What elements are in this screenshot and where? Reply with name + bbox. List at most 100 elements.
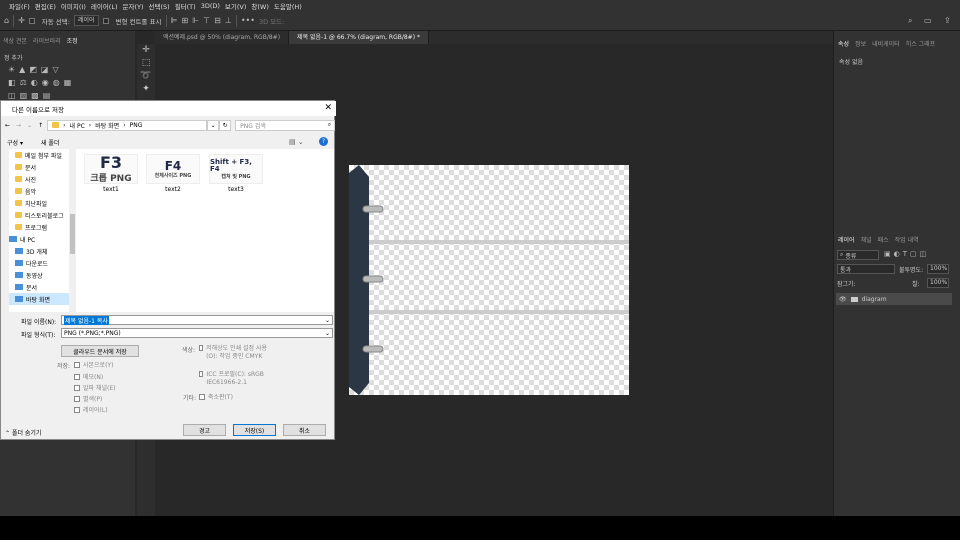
transform-controls-checkbox[interactable] [102, 17, 109, 24]
spot-checkbox[interactable] [74, 395, 80, 402]
align-top-icon[interactable]: ⊤ [203, 16, 210, 25]
layers-checkbox[interactable] [74, 406, 80, 413]
vibrance-icon[interactable]: ▽ [52, 65, 58, 74]
hue-icon[interactable]: ◧ [8, 78, 16, 87]
tab-history[interactable]: 작업 내역 [895, 235, 919, 244]
file-name[interactable]: text2 [146, 186, 200, 193]
curves-icon[interactable]: ◩ [29, 65, 37, 74]
menu-item[interactable]: 레이어(L) [91, 1, 118, 11]
menu-item[interactable]: 파일(F) [9, 1, 30, 11]
cloud-save-button[interactable]: 클라우드 문서에 저장 [61, 345, 139, 357]
recent-dropdown-icon[interactable]: ⌄ [27, 122, 32, 129]
move-tool-icon[interactable]: ✛ [18, 16, 25, 25]
tab-adjustments[interactable]: 조정 [67, 36, 78, 47]
align-bottom-icon[interactable]: ⊥ [225, 16, 232, 25]
organize-button[interactable]: 구성 ▾ [7, 138, 23, 147]
breadcrumb-png[interactable]: PNG [130, 122, 143, 129]
layer-filter-select[interactable]: ⌕ 종류 [837, 250, 879, 260]
tab-paths[interactable]: 패스 [878, 235, 889, 244]
fill-input[interactable]: 100% [927, 278, 949, 288]
view-options-icon[interactable]: ▤ ⌄ [289, 138, 304, 146]
tab-info[interactable]: 정보 [855, 39, 866, 48]
tree-item[interactable]: 문서 [9, 281, 76, 293]
menu-item[interactable]: 필터(T) [175, 1, 196, 11]
warning-button[interactable]: 경고 [183, 424, 226, 436]
refresh-icon[interactable]: ↻ [219, 119, 232, 131]
tree-item[interactable]: 내 PC [9, 233, 76, 245]
tree-item[interactable]: 음악 [9, 185, 76, 197]
lasso-tool-icon[interactable]: ➰ [137, 70, 155, 83]
tab-properties[interactable]: 속성 [838, 39, 849, 48]
notes-checkbox[interactable] [74, 373, 80, 380]
save-button[interactable]: 저장(S) [233, 424, 276, 436]
pixel-filter-icon[interactable]: ▣ [884, 250, 891, 258]
smart-filter-icon[interactable]: ◫ [920, 250, 927, 258]
doc-tab-1[interactable]: 액션예제.psd @ 50% (diagram, RGB/8#) [155, 31, 290, 44]
search-icon[interactable]: ⌕ [908, 16, 912, 25]
mixer-icon[interactable]: ◍ [53, 78, 60, 87]
brightness-icon[interactable]: ☀ [8, 65, 15, 74]
bw-icon[interactable]: ◐ [31, 78, 38, 87]
more-options-icon[interactable]: ••• [241, 16, 255, 25]
threshold-icon[interactable]: ▩ [31, 91, 39, 100]
tab-swatches[interactable]: 색상 견본 [3, 36, 27, 47]
tab-navigator[interactable]: 내비게이터 [872, 39, 900, 48]
file-thumbnail[interactable]: F3 크롭 PNG [84, 154, 138, 184]
menu-item[interactable]: 창(W) [251, 1, 268, 11]
file-name[interactable]: text1 [84, 186, 138, 193]
tab-layers[interactable]: 레이어 [838, 235, 855, 244]
alpha-option[interactable]: 알파 채널(E) [74, 383, 115, 392]
tree-item[interactable]: 문서 [9, 161, 76, 173]
tree-item[interactable]: 티스토리블로그 [9, 209, 76, 221]
icc-checkbox[interactable] [199, 371, 204, 377]
layer-row[interactable]: 👁 diagram [836, 293, 952, 305]
address-bar[interactable]: › 내 PC › 바탕 화면 › PNG [47, 119, 208, 131]
align-left-icon[interactable]: ⊫ [171, 16, 178, 25]
tab-channels[interactable]: 채널 [861, 235, 872, 244]
artboard-canvas[interactable] [349, 165, 629, 395]
tree-item[interactable]: 프로그램 [9, 221, 76, 233]
menu-item[interactable]: 보기(V) [225, 1, 246, 11]
thumbnail-option[interactable]: 축소판(T) [199, 392, 233, 401]
layers-option[interactable]: 레이어(L) [74, 405, 108, 414]
tree-scrollbar[interactable] [69, 149, 76, 312]
type-filter-icon[interactable]: T [903, 250, 907, 258]
tree-item[interactable]: 사진 [9, 173, 76, 185]
align-right-icon[interactable]: ⊩ [192, 16, 199, 25]
help-icon[interactable]: ? [319, 137, 328, 146]
breadcrumb-desktop[interactable]: 바탕 화면 [95, 121, 119, 130]
tree-item[interactable]: 메일 첨부 파일 [9, 149, 76, 161]
notes-option[interactable]: 메모(N) [74, 372, 103, 381]
adjust-filter-icon[interactable]: ◐ [894, 250, 900, 258]
alpha-checkbox[interactable] [74, 384, 80, 391]
proof-setup-checkbox[interactable] [199, 345, 204, 351]
menu-item[interactable]: 선택(S) [149, 1, 170, 11]
file-name[interactable]: text3 [209, 186, 263, 193]
menu-item[interactable]: 이미지(I) [61, 1, 86, 11]
breadcrumb-pc[interactable]: 내 PC [70, 121, 85, 130]
cancel-button[interactable]: 취소 [283, 424, 326, 436]
tree-item[interactable]: 치난파일 [9, 197, 76, 209]
search-field[interactable]: PNG 검색 ⌕ [235, 119, 336, 131]
layer-select[interactable]: 레이어 [73, 15, 99, 26]
hide-folders-toggle[interactable]: ⌃ 폴더 숨기기 [5, 428, 41, 437]
magic-wand-icon[interactable]: ✦ [137, 83, 155, 96]
thumbnail-checkbox[interactable] [199, 393, 205, 400]
marquee-tool-icon[interactable]: ⬚ [137, 57, 155, 70]
tab-libraries[interactable]: 라이브러리 [33, 36, 61, 47]
gradient-map-icon[interactable]: ▤ [43, 91, 51, 100]
file-thumbnail[interactable]: Shift + F3, F4 캡쳐 및 PNG [209, 154, 263, 184]
filename-input[interactable]: 제목 없음-1 복사 ⌄ [61, 315, 333, 325]
auto-select-checkbox[interactable] [28, 17, 35, 24]
photo-filter-icon[interactable]: ◉ [42, 78, 49, 87]
tree-item[interactable]: 3D 개체 [9, 245, 76, 257]
move-tool-icon[interactable]: ✛ [137, 44, 155, 57]
visibility-eye-icon[interactable]: 👁 [839, 296, 847, 303]
as-copy-option[interactable]: 사본으로(Y) [74, 360, 113, 369]
posterize-icon[interactable]: ▨ [20, 91, 28, 100]
exposure-icon[interactable]: ◪ [41, 65, 49, 74]
blend-mode-select[interactable]: 통과 [837, 264, 895, 274]
shape-filter-icon[interactable]: ▢ [910, 250, 917, 258]
invert-icon[interactable]: ◫ [8, 91, 16, 100]
tree-item[interactable]: 다운로드 [9, 257, 76, 269]
